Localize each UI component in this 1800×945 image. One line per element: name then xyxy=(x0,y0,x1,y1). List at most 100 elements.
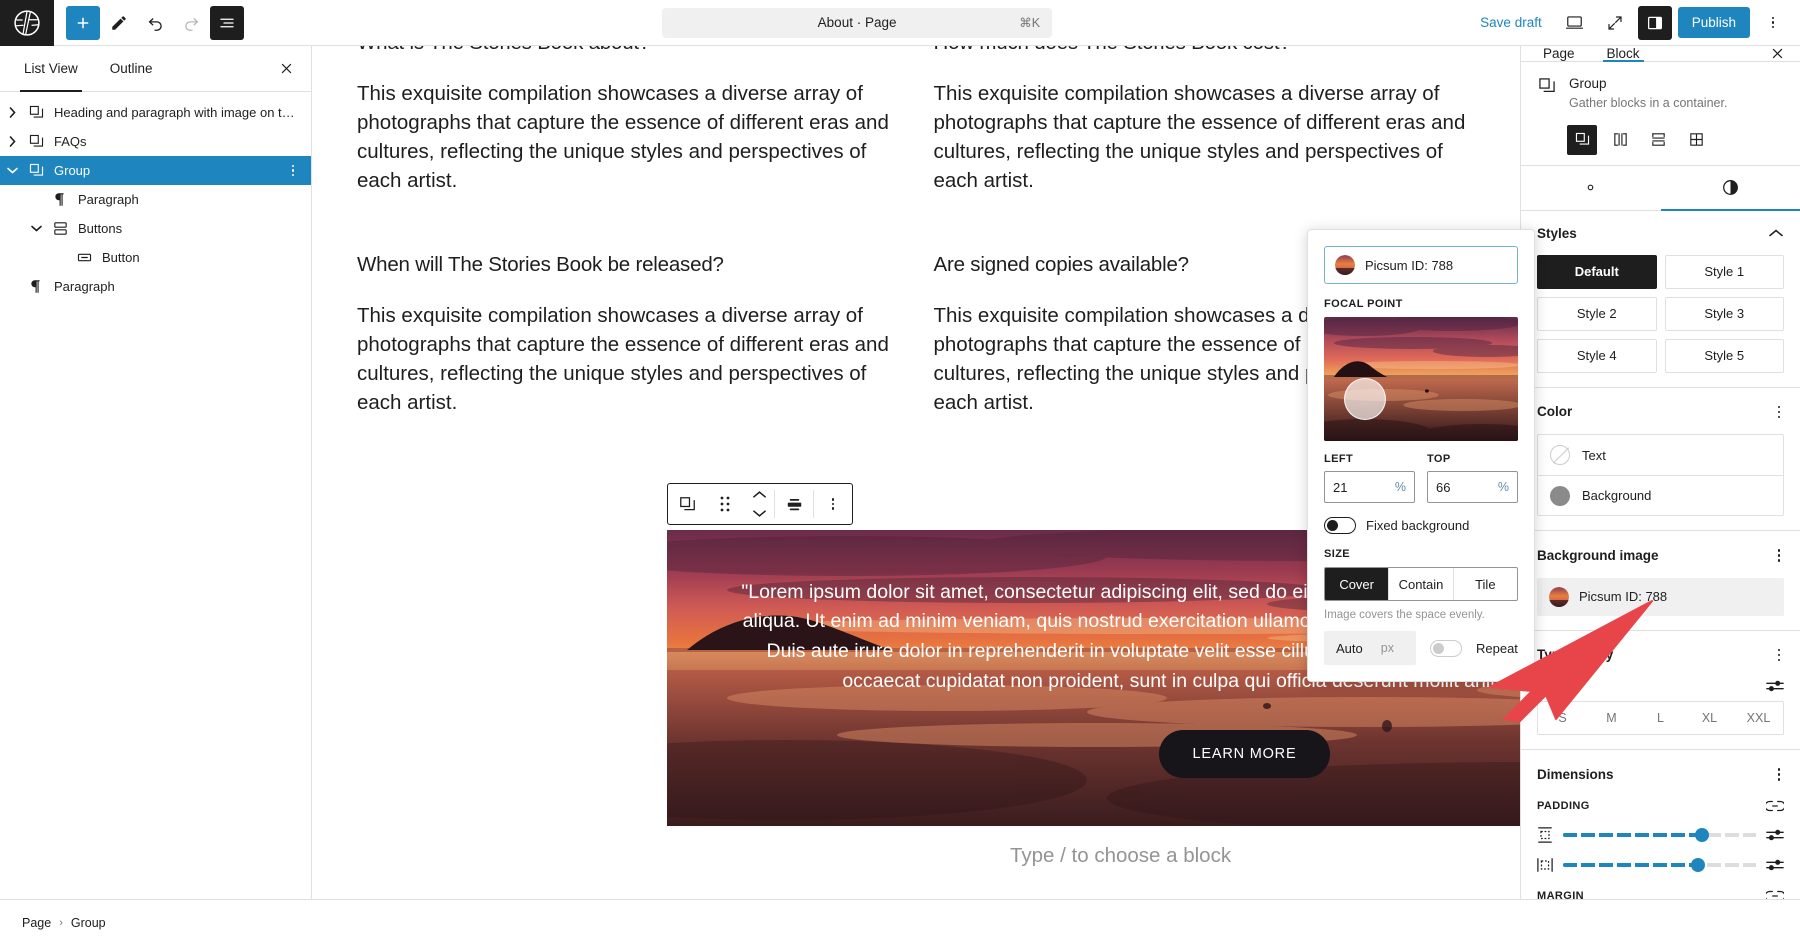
empty-paragraph-placeholder[interactable]: Type / to choose a block xyxy=(1010,844,1231,868)
faq-item[interactable]: What is The Stories Book about? This exq… xyxy=(357,46,894,195)
close-icon[interactable] xyxy=(271,54,301,84)
focal-top-input-wrap[interactable]: % xyxy=(1427,471,1518,503)
chevron-down-icon[interactable] xyxy=(752,505,767,523)
settings-tab-gear-icon[interactable] xyxy=(1521,166,1661,210)
padding-horizontal-sliders-icon[interactable] xyxy=(1766,858,1784,872)
focal-top-input[interactable] xyxy=(1436,479,1498,495)
wordpress-logo-icon[interactable] xyxy=(0,0,54,46)
block-movers[interactable] xyxy=(744,486,774,523)
margin-link-sides-icon[interactable] xyxy=(1766,889,1784,899)
inspector-close-icon[interactable] xyxy=(1762,46,1792,69)
typography-title: Typography xyxy=(1537,647,1614,663)
chevron-right-icon[interactable] xyxy=(0,135,24,148)
style-variation-style-1[interactable]: Style 1 xyxy=(1664,254,1784,289)
list-view-item-paragraph[interactable]: Paragraph xyxy=(0,185,311,214)
padding-vertical-slider[interactable] xyxy=(1563,827,1756,842)
add-block-button[interactable] xyxy=(66,5,100,40)
faq-heading[interactable]: How much does The Stories Book cost? xyxy=(934,46,1471,57)
color-options-vertical-dots-icon[interactable] xyxy=(1774,402,1785,423)
publish-button[interactable]: Publish xyxy=(1677,7,1750,38)
faq-heading[interactable]: When will The Stories Book be released? xyxy=(357,252,894,279)
faq-item[interactable]: How much does The Stories Book cost? Thi… xyxy=(934,46,1471,195)
font-size-option-xxl[interactable]: XXL xyxy=(1734,702,1783,734)
save-draft-button[interactable]: Save draft xyxy=(1470,9,1552,36)
size-auto-input[interactable]: Auto px xyxy=(1324,631,1416,665)
dimensions-options-vertical-dots-icon[interactable] xyxy=(1774,764,1785,785)
chevron-down-icon[interactable] xyxy=(24,224,48,233)
faq-paragraph[interactable]: This exquisite compilation showcases a d… xyxy=(934,79,1471,195)
style-variation-style-4[interactable]: Style 4 xyxy=(1537,338,1657,373)
padding-horizontal-slider[interactable] xyxy=(1563,857,1756,872)
color-row-background[interactable]: Background xyxy=(1538,475,1783,515)
chevron-right-icon[interactable] xyxy=(0,106,24,119)
dimensions-title: Dimensions xyxy=(1537,766,1614,782)
list-view-item-paragraph[interactable]: Paragraph xyxy=(0,272,311,301)
typography-options-vertical-dots-icon[interactable] xyxy=(1774,645,1785,666)
list-view-item-button[interactable]: Button xyxy=(0,243,311,272)
faq-item[interactable]: When will The Stories Book be released? … xyxy=(357,252,894,417)
style-variation-style-5[interactable]: Style 5 xyxy=(1664,338,1784,373)
chevron-down-icon[interactable] xyxy=(0,166,24,175)
padding-link-sides-icon[interactable] xyxy=(1766,799,1784,813)
command-bar[interactable]: About · Page ⌘K xyxy=(662,7,1053,38)
drag-handle-icon[interactable] xyxy=(706,495,744,513)
focal-left-input-wrap[interactable]: % xyxy=(1324,471,1415,503)
expand-icon[interactable] xyxy=(1598,6,1632,40)
popover-media-chip[interactable]: Picsum ID: 788 xyxy=(1324,246,1518,284)
grid-icon[interactable] xyxy=(1681,125,1711,155)
learn-more-button[interactable]: LEARN MORE xyxy=(1158,730,1331,779)
style-variation-style-3[interactable]: Style 3 xyxy=(1664,296,1784,331)
list-view-item-faqs[interactable]: FAQs xyxy=(0,127,311,156)
chevron-up-icon[interactable] xyxy=(752,486,767,504)
focal-left-input[interactable] xyxy=(1333,479,1395,495)
chevron-up-icon[interactable] xyxy=(1768,225,1784,243)
focal-point-picker[interactable] xyxy=(1324,317,1518,441)
undo-button[interactable] xyxy=(138,6,172,40)
font-size-option-s[interactable]: S xyxy=(1538,702,1587,734)
editor-options-vertical-dots-icon[interactable] xyxy=(1756,6,1790,40)
list-view-item-heading-and-paragraph-with-image-on-t[interactable]: Heading and paragraph with image on t… xyxy=(0,98,311,127)
block-type-group-block-icon[interactable] xyxy=(668,495,706,514)
size-option-cover[interactable]: Cover xyxy=(1325,568,1389,600)
font-size-option-m[interactable]: M xyxy=(1587,702,1636,734)
fixed-background-toggle[interactable] xyxy=(1324,517,1356,534)
list-view-item-buttons[interactable]: Buttons xyxy=(0,214,311,243)
row-icon[interactable] xyxy=(1605,125,1635,155)
padding-vertical-sliders-icon[interactable] xyxy=(1766,828,1784,842)
list-view-icon[interactable] xyxy=(210,5,244,40)
repeat-toggle[interactable] xyxy=(1430,639,1462,657)
tab-outline[interactable]: Outline xyxy=(94,46,169,91)
tab-list-view[interactable]: List View xyxy=(8,46,94,92)
breadcrumb-item-group[interactable]: Group xyxy=(71,916,106,930)
font-size-option-xl[interactable]: XL xyxy=(1685,702,1734,734)
desktop-icon[interactable] xyxy=(1558,6,1592,40)
typography-size-sliders-icon[interactable] xyxy=(1766,679,1784,693)
list-view-item-options-vertical-dots-icon[interactable] xyxy=(283,164,303,177)
background-image-options-vertical-dots-icon[interactable] xyxy=(1774,545,1785,566)
group-icon[interactable] xyxy=(1567,124,1597,155)
align-center-icon[interactable] xyxy=(775,495,813,514)
redo-button[interactable] xyxy=(174,6,208,40)
faq-paragraph[interactable]: This exquisite compilation showcases a d… xyxy=(357,301,894,417)
tab-block[interactable]: Block xyxy=(1591,46,1656,62)
list-view-item-label: Button xyxy=(102,250,140,265)
faq-paragraph[interactable]: This exquisite compilation showcases a d… xyxy=(357,79,894,195)
focal-point-handle[interactable] xyxy=(1343,377,1386,420)
color-row-text[interactable]: Text xyxy=(1538,435,1783,475)
block-options-vertical-dots-icon[interactable] xyxy=(814,498,852,510)
stack-icon[interactable] xyxy=(1643,125,1673,155)
breadcrumb-item-page[interactable]: Page xyxy=(22,916,51,930)
faq-heading[interactable]: What is The Stories Book about? xyxy=(357,46,894,57)
font-size-option-l[interactable]: L xyxy=(1636,702,1685,734)
sidebar-panel-icon[interactable] xyxy=(1637,5,1672,40)
tab-page[interactable]: Page xyxy=(1527,46,1591,61)
styles-tab-contrast-half-circle-icon[interactable] xyxy=(1660,166,1800,211)
size-option-contain[interactable]: Contain xyxy=(1388,568,1452,600)
list-view-item-group[interactable]: Group xyxy=(0,156,311,185)
style-variation-default[interactable]: Default xyxy=(1537,254,1657,289)
tools-pencil-button[interactable] xyxy=(102,6,136,40)
style-variation-style-2[interactable]: Style 2 xyxy=(1537,296,1657,331)
background-image-media-chip[interactable]: Picsum ID: 788 xyxy=(1537,577,1784,616)
size-option-tile[interactable]: Tile xyxy=(1452,568,1517,600)
list-view-item-label: Heading and paragraph with image on t… xyxy=(54,105,295,120)
